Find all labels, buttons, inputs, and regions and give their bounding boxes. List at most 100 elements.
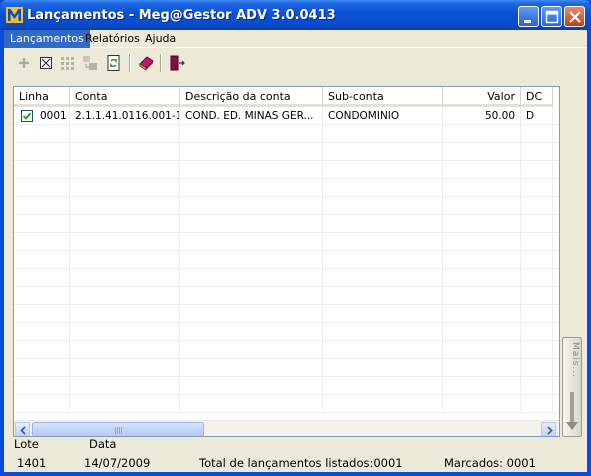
data-label: Data [89,437,117,451]
row-checkbox[interactable] [21,110,33,122]
title-bar[interactable]: Lançamentos - Meg@Gestor ADV 3.0.0413 [0,0,591,30]
empty-table-row [14,125,559,143]
empty-cell [14,269,70,287]
empty-cell [521,251,553,269]
mais-side-tab[interactable]: Mais... [562,337,582,437]
total-listed: Total de lançamentos listados:0001 [199,456,403,470]
empty-table-row [14,179,559,197]
empty-table-row [14,143,559,161]
close-button[interactable] [564,6,585,27]
empty-table-row [14,359,559,377]
menu-ajuda[interactable]: Ajuda [139,30,182,48]
empty-cell [180,395,323,413]
client-area: Lançamentos Relatórios Ajuda Linha Conta… [4,30,587,472]
empty-cell [70,215,180,233]
empty-cell [521,287,553,305]
empty-cell [180,323,323,341]
arrow-down-icon [566,392,578,430]
add-icon [19,58,29,68]
column-header-dc[interactable]: DC [521,87,553,107]
empty-cell [443,341,521,359]
empty-cell [180,233,323,251]
maximize-button[interactable] [541,6,562,27]
minimize-button[interactable] [518,6,539,27]
exit-button[interactable] [167,53,187,73]
empty-cell [443,215,521,233]
column-header-conta[interactable]: Conta [70,87,180,107]
empty-cell [180,377,323,395]
empty-cell [14,197,70,215]
menu-relatorios[interactable]: Relatórios [79,30,146,48]
empty-cell [14,215,70,233]
move-button[interactable] [80,53,100,73]
empty-cell [14,359,70,377]
grid-button[interactable] [58,53,78,73]
empty-cell [521,377,553,395]
column-header-valor[interactable]: Valor [443,87,521,107]
toolbar-separator [160,54,162,72]
delete-icon [40,57,52,69]
empty-cell [180,215,323,233]
cell-subconta: CONDOMINIO [323,107,443,125]
marked-count: Marcados: 0001 [444,456,536,470]
menu-lancamentos[interactable]: Lançamentos [4,30,90,48]
column-header-linha[interactable]: Linha [14,87,70,107]
empty-cell [443,287,521,305]
empty-cell [521,215,553,233]
empty-cell [521,395,553,413]
empty-cell [70,233,180,251]
toolbar [4,50,587,76]
empty-cell [443,161,521,179]
column-header-subconta[interactable]: Sub-conta [323,87,443,107]
empty-cell [14,287,70,305]
empty-cell [323,395,443,413]
scroll-grip [115,427,123,434]
table-row[interactable]: 0001 2.1.1.41.0116.001-1 COND. ED. MINAS… [14,107,559,125]
empty-cell [14,341,70,359]
empty-cell [70,341,180,359]
column-header-descricao[interactable]: Descrição da conta [180,87,323,107]
empty-cell [323,215,443,233]
empty-cell [70,143,180,161]
data-value: 14/07/2009 [84,456,151,470]
refresh-button[interactable] [104,53,124,73]
empty-table-row [14,269,559,287]
empty-cell [14,395,70,413]
lote-value: 1401 [17,456,47,470]
empty-cell [323,161,443,179]
empty-cell [14,305,70,323]
grid-header: Linha Conta Descrição da conta Sub-conta… [14,87,559,107]
empty-table-row [14,251,559,269]
entries-grid[interactable]: Linha Conta Descrição da conta Sub-conta… [13,86,560,437]
status-footer: Lote Data 1401 14/07/2009 Total de lança… [4,435,587,472]
empty-cell [180,269,323,287]
empty-cell [443,377,521,395]
empty-cell [180,341,323,359]
book-button[interactable] [136,53,156,73]
megagestor-logo-icon [6,7,23,23]
empty-cell [521,197,553,215]
empty-cell [521,143,553,161]
menu-bar: Lançamentos Relatórios Ajuda [4,30,587,48]
delete-button[interactable] [36,53,56,73]
empty-table-row [14,287,559,305]
empty-cell [443,359,521,377]
app-window: Lançamentos - Meg@Gestor ADV 3.0.0413 La… [0,0,591,476]
empty-cell [180,161,323,179]
empty-cell [323,341,443,359]
add-button[interactable] [14,53,34,73]
empty-cell [443,233,521,251]
empty-cell [14,161,70,179]
empty-cell [70,251,180,269]
empty-cell [323,179,443,197]
empty-cell [180,179,323,197]
grid-icon [61,57,74,70]
empty-cell [521,125,553,143]
empty-cell [70,197,180,215]
empty-cell [443,269,521,287]
lote-label: Lote [14,437,39,451]
empty-cell [70,359,180,377]
empty-cell [323,143,443,161]
empty-table-row [14,395,559,413]
empty-cell [70,305,180,323]
